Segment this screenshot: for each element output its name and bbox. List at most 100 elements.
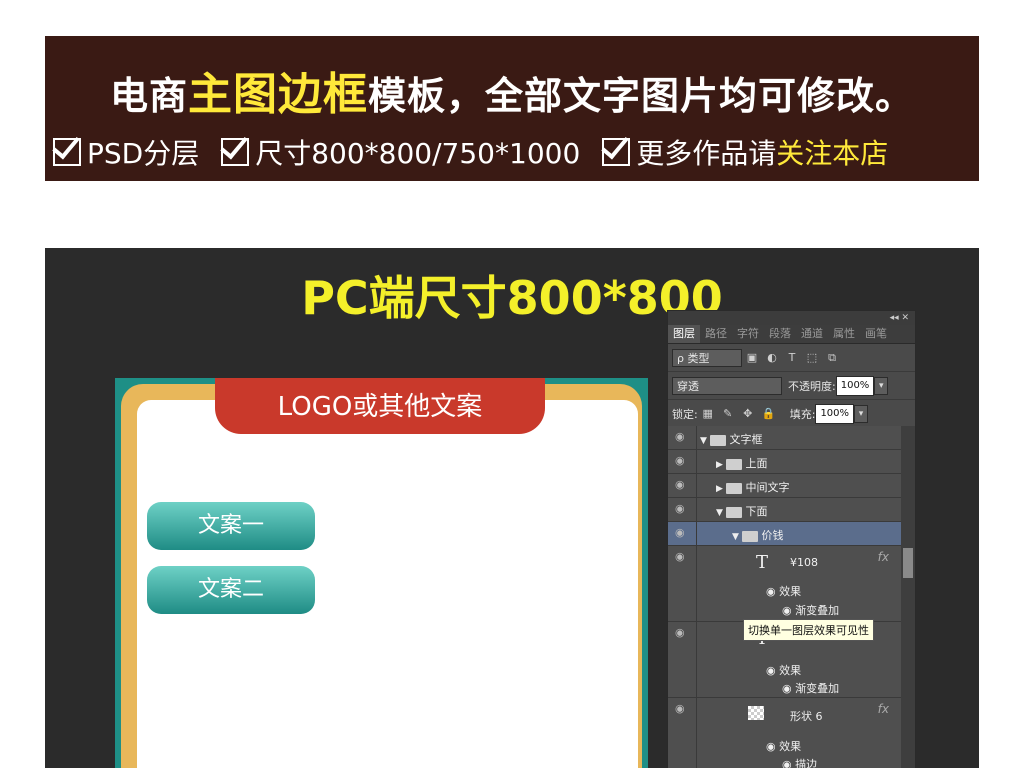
feature-psd-label: PSD分层 bbox=[87, 137, 200, 170]
layer-shape-6[interactable]: ◉ 形状 6 fx ◉ 效果 ◉ 描边 bbox=[668, 698, 901, 768]
fx-icon[interactable]: fx bbox=[878, 702, 889, 716]
expand-arrow-icon[interactable]: ▼ bbox=[700, 436, 710, 446]
fill-dropdown-icon[interactable]: ▾ bbox=[854, 404, 869, 423]
visibility-eye-icon[interactable]: ◉ bbox=[675, 550, 689, 564]
tab-paragraph[interactable]: 段落 bbox=[764, 325, 796, 343]
effect-eye-icon[interactable]: ◉ bbox=[782, 758, 792, 768]
tab-paths[interactable]: 路径 bbox=[700, 325, 732, 343]
collapsed-arrow-icon[interactable]: ▶ bbox=[716, 460, 726, 470]
effects-label: 效果 bbox=[779, 585, 802, 598]
visibility-eye-icon[interactable]: ◉ bbox=[675, 626, 689, 640]
tab-layers[interactable]: 图层 bbox=[668, 325, 700, 343]
visibility-eye-icon[interactable]: ◉ bbox=[675, 702, 689, 716]
image-filter-icon[interactable]: ▣ bbox=[746, 351, 758, 364]
expand-arrow-icon[interactable]: ▼ bbox=[716, 508, 726, 518]
feature-size: 尺寸800*800/750*1000 bbox=[221, 132, 580, 172]
layer-name: 价钱 bbox=[761, 529, 784, 542]
effect-eye-icon[interactable]: ◉ bbox=[782, 604, 792, 617]
banner-headline: 电商主图边框模板，全部文字图片均可修改。 bbox=[45, 58, 979, 122]
checkbox-icon bbox=[53, 138, 81, 166]
headline-part-2: 模板，全部文字图片均可修改。 bbox=[368, 74, 915, 118]
layer-group-top[interactable]: ◉ ▶ 上面 bbox=[668, 450, 901, 474]
layer-name: ¥108 bbox=[790, 556, 818, 569]
visibility-eye-icon[interactable]: ◉ bbox=[675, 526, 689, 540]
effects-label: 效果 bbox=[779, 664, 802, 677]
stroke-label: 描边 bbox=[795, 758, 818, 768]
lock-pixels-icon[interactable]: ▦ bbox=[702, 407, 714, 420]
fill-input[interactable]: 100% bbox=[815, 403, 855, 424]
layers-scrollbar[interactable] bbox=[901, 426, 915, 768]
gradient-overlay-label: 渐变叠加 bbox=[795, 604, 840, 617]
preview-area: PC端尺寸800*800 文案一 文案二 LOGO或其他文案 ◂◂ ✕ 图层 路… bbox=[45, 248, 979, 768]
visibility-eye-icon[interactable]: ◉ bbox=[675, 478, 689, 492]
fx-icon[interactable]: fx bbox=[878, 550, 889, 564]
expand-arrow-icon[interactable]: ▼ bbox=[732, 532, 742, 542]
collapsed-arrow-icon[interactable]: ▶ bbox=[716, 484, 726, 494]
text-layer-icon: T bbox=[756, 552, 769, 573]
tab-properties[interactable]: 属性 bbox=[828, 325, 860, 343]
tooltip: 切换单一图层效果可见性 bbox=[743, 619, 874, 641]
layer-name: 文字框 bbox=[729, 433, 763, 446]
filter-row: ρ 类型 ▣ ◐ T ⬚ ⧉ bbox=[668, 344, 915, 372]
smart-filter-icon[interactable]: ⧉ bbox=[826, 351, 838, 364]
tab-character[interactable]: 字符 bbox=[732, 325, 764, 343]
layers-panel: ◂◂ ✕ 图层 路径 字符 段落 通道 属性 画笔 ρ 类型 ▣ ◐ T ⬚ ⧉… bbox=[667, 310, 916, 768]
feature-size-label: 尺寸800*800/750*1000 bbox=[255, 137, 581, 170]
layer-name: 形状 6 bbox=[790, 710, 823, 723]
copy-1-badge: 文案一 bbox=[147, 502, 315, 550]
frame-mockup: 文案一 文案二 LOGO或其他文案 bbox=[115, 378, 648, 768]
feature-list: PSD分层 尺寸800*800/750*1000 更多作品请 关注本店 bbox=[53, 132, 910, 172]
tab-channels[interactable]: 通道 bbox=[796, 325, 828, 343]
checkbox-icon bbox=[221, 138, 250, 166]
lock-move-icon[interactable]: ✥ bbox=[742, 407, 754, 420]
layer-text-price[interactable]: ◉ T ¥108 fx ◉ 效果 ◉ 渐变叠加 bbox=[668, 546, 901, 622]
frame-content: 文案一 文案二 bbox=[137, 400, 638, 768]
logo-text: LOGO或其他文案 bbox=[277, 392, 483, 422]
adjust-filter-icon[interactable]: ◐ bbox=[766, 351, 778, 364]
layer-group-price[interactable]: ◉ ▼ 价钱 bbox=[668, 522, 901, 546]
effect-eye-icon[interactable]: ◉ bbox=[782, 682, 792, 695]
gradient-overlay-label: 渐变叠加 bbox=[795, 682, 840, 695]
opacity-label: 不透明度: bbox=[788, 379, 836, 393]
layer-group-mid[interactable]: ◉ ▶ 中间文字 bbox=[668, 474, 901, 498]
folder-icon bbox=[726, 458, 742, 470]
tab-brush[interactable]: 画笔 bbox=[860, 325, 892, 343]
layer-name: 上面 bbox=[745, 457, 768, 470]
feature-more: 更多作品请 关注本店 bbox=[602, 132, 888, 172]
feature-psd: PSD分层 bbox=[53, 132, 199, 172]
text-filter-icon[interactable]: T bbox=[786, 351, 798, 364]
shape-filter-icon[interactable]: ⬚ bbox=[806, 351, 818, 364]
lock-all-icon[interactable]: 🔒 bbox=[762, 407, 776, 420]
headline-part-1: 电商 bbox=[109, 74, 188, 118]
lock-label: 锁定: bbox=[672, 407, 698, 421]
filter-type-select[interactable]: ρ 类型 bbox=[672, 348, 742, 367]
copy-2-badge: 文案二 bbox=[147, 566, 315, 614]
blend-mode-select[interactable]: 穿透 bbox=[672, 376, 782, 395]
headline-highlight: 主图边框 bbox=[188, 69, 368, 120]
panel-collapse-close[interactable]: ◂◂ ✕ bbox=[668, 311, 915, 325]
effects-label: 效果 bbox=[779, 740, 802, 753]
feature-follow-label: 关注本店 bbox=[776, 137, 889, 170]
layer-list: ◉ ▼ 文字框 ◉ ▶ 上面 ◉ ▶ 中间文字 ◉ ▼ 下面 ◉ ▼ 价钱 ◉ … bbox=[668, 426, 901, 768]
effect-eye-icon[interactable]: ◉ bbox=[766, 664, 776, 677]
opacity-input[interactable]: 100% bbox=[835, 375, 875, 396]
visibility-eye-icon[interactable]: ◉ bbox=[675, 454, 689, 468]
opacity-dropdown-icon[interactable]: ▾ bbox=[874, 376, 889, 395]
layer-name: 下面 bbox=[745, 505, 768, 518]
layer-group-main[interactable]: ◉ ▼ 文字框 bbox=[668, 426, 901, 450]
lock-row: 锁定: ▦ ✎ ✥ 🔒 填充: 100% ▾ bbox=[668, 400, 915, 428]
frame-gold-border: 文案一 文案二 bbox=[121, 384, 642, 768]
effect-eye-icon[interactable]: ◉ bbox=[766, 740, 776, 753]
lock-paint-icon[interactable]: ✎ bbox=[722, 407, 734, 420]
shape-thumbnail-icon bbox=[748, 706, 764, 720]
folder-icon bbox=[726, 482, 742, 494]
layer-group-bottom[interactable]: ◉ ▼ 下面 bbox=[668, 498, 901, 522]
scrollbar-thumb[interactable] bbox=[903, 548, 913, 578]
layer-name: 中间文字 bbox=[745, 481, 790, 494]
logo-tab: LOGO或其他文案 bbox=[215, 378, 545, 434]
fill-label: 填充: bbox=[789, 407, 816, 421]
blend-row: 穿透 不透明度: 100% ▾ bbox=[668, 372, 915, 400]
effect-eye-icon[interactable]: ◉ bbox=[766, 585, 776, 598]
visibility-eye-icon[interactable]: ◉ bbox=[675, 430, 689, 444]
visibility-eye-icon[interactable]: ◉ bbox=[675, 502, 689, 516]
